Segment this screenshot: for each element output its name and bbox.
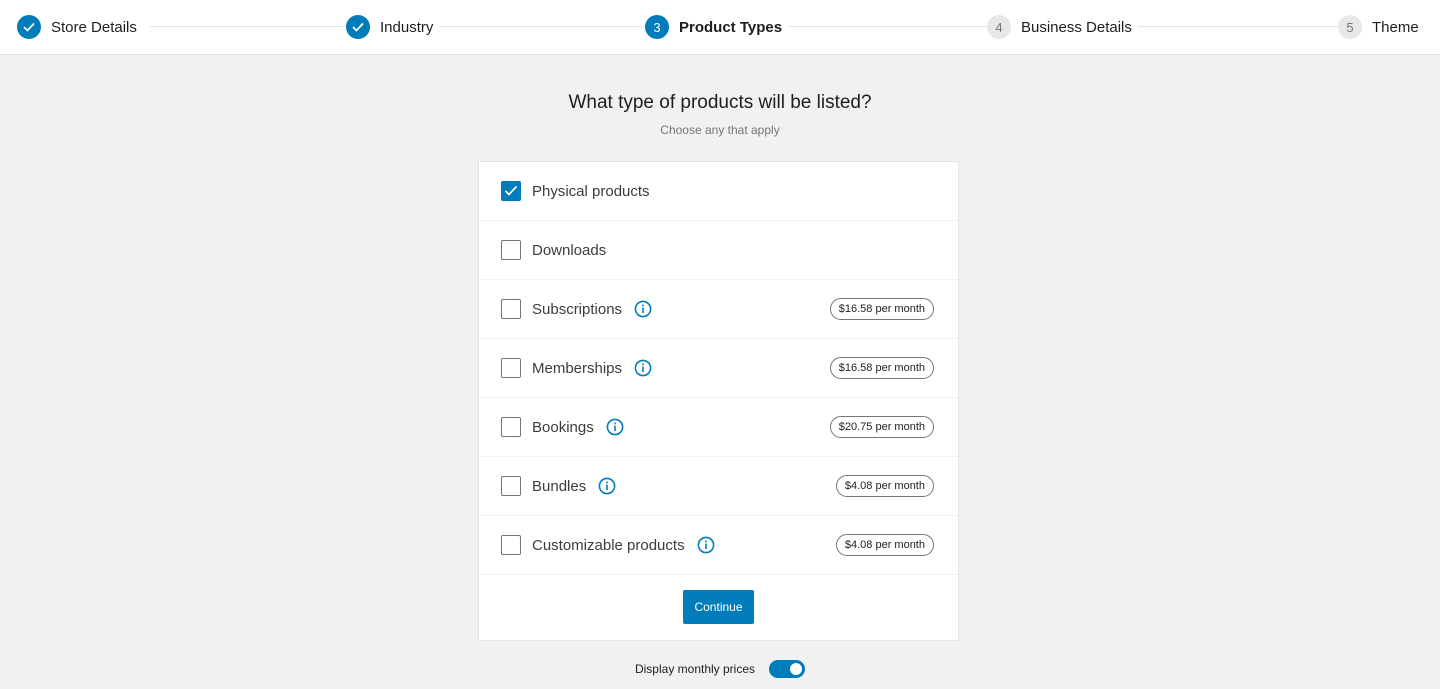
info-icon[interactable] bbox=[606, 418, 624, 436]
check-icon bbox=[23, 22, 35, 32]
check-icon bbox=[352, 22, 364, 32]
step-business-details[interactable]: 4 Business Details bbox=[987, 14, 1138, 40]
toggle-knob bbox=[790, 663, 803, 675]
product-type-label: Physical products bbox=[532, 182, 650, 200]
step-label: Product Types bbox=[679, 18, 783, 36]
info-icon[interactable] bbox=[697, 536, 715, 554]
step-store-details[interactable]: Store Details bbox=[17, 14, 143, 40]
step-complete-badge bbox=[346, 15, 370, 39]
step-theme[interactable]: 5 Theme bbox=[1338, 14, 1425, 40]
product-type-label: Subscriptions bbox=[532, 300, 623, 318]
bookings-checkbox[interactable] bbox=[501, 417, 521, 437]
bundles-checkbox[interactable] bbox=[501, 476, 521, 496]
physical-products-checkbox[interactable] bbox=[501, 181, 521, 201]
price-badge: $4.08 per month bbox=[835, 475, 934, 497]
toggle-label: Display monthly prices bbox=[634, 662, 756, 676]
step-number: 4 bbox=[987, 15, 1011, 39]
card-footer: Continue bbox=[479, 575, 958, 639]
step-label: Store Details bbox=[51, 18, 137, 36]
downloads-checkbox[interactable] bbox=[501, 240, 521, 260]
product-type-row-downloads[interactable]: Downloads bbox=[479, 221, 958, 280]
info-icon[interactable] bbox=[634, 300, 652, 318]
setup-stepper: Store Details Industry 3 Product Types 4… bbox=[0, 0, 1440, 55]
price-badge: $16.58 per month bbox=[829, 298, 934, 320]
product-type-row-customizable[interactable]: Customizable products $4.08 per month bbox=[479, 516, 958, 575]
product-type-row-subscriptions[interactable]: Subscriptions $16.58 per month bbox=[479, 280, 958, 339]
info-icon[interactable] bbox=[598, 477, 616, 495]
product-type-label: Bundles bbox=[532, 477, 587, 495]
step-number: 3 bbox=[645, 15, 669, 39]
product-type-row-bookings[interactable]: Bookings $20.75 per month bbox=[479, 398, 958, 457]
step-label: Industry bbox=[380, 18, 434, 36]
check-icon bbox=[504, 185, 518, 196]
price-badge: $4.08 per month bbox=[835, 534, 934, 556]
step-industry[interactable]: Industry bbox=[346, 14, 440, 40]
page-title: What type of products will be listed? bbox=[568, 92, 872, 113]
step-complete-badge bbox=[17, 15, 41, 39]
step-label: Business Details bbox=[1021, 18, 1132, 36]
product-types-card: Physical products Downloads Subscription… bbox=[478, 161, 959, 641]
info-icon[interactable] bbox=[634, 359, 652, 377]
product-type-row-physical[interactable]: Physical products bbox=[479, 162, 958, 221]
price-badge: $20.75 per month bbox=[829, 416, 934, 438]
product-type-row-memberships[interactable]: Memberships $16.58 per month bbox=[479, 339, 958, 398]
product-type-row-bundles[interactable]: Bundles $4.08 per month bbox=[479, 457, 958, 516]
product-type-label: Downloads bbox=[532, 241, 607, 259]
continue-button[interactable]: Continue bbox=[683, 590, 754, 624]
subscriptions-checkbox[interactable] bbox=[501, 299, 521, 319]
product-type-label: Customizable products bbox=[532, 536, 685, 554]
memberships-checkbox[interactable] bbox=[501, 358, 521, 378]
product-type-label: Bookings bbox=[532, 418, 594, 436]
step-label: Theme bbox=[1372, 18, 1419, 36]
step-number: 5 bbox=[1338, 15, 1362, 39]
product-type-label: Memberships bbox=[532, 359, 623, 377]
customizable-products-checkbox[interactable] bbox=[501, 535, 521, 555]
monthly-prices-toggle[interactable] bbox=[769, 660, 806, 678]
page-subtitle: Choose any that apply bbox=[660, 123, 780, 137]
monthly-prices-toggle-row: Display monthly prices bbox=[0, 660, 1440, 678]
step-product-types[interactable]: 3 Product Types bbox=[645, 14, 789, 40]
price-badge: $16.58 per month bbox=[829, 357, 934, 379]
